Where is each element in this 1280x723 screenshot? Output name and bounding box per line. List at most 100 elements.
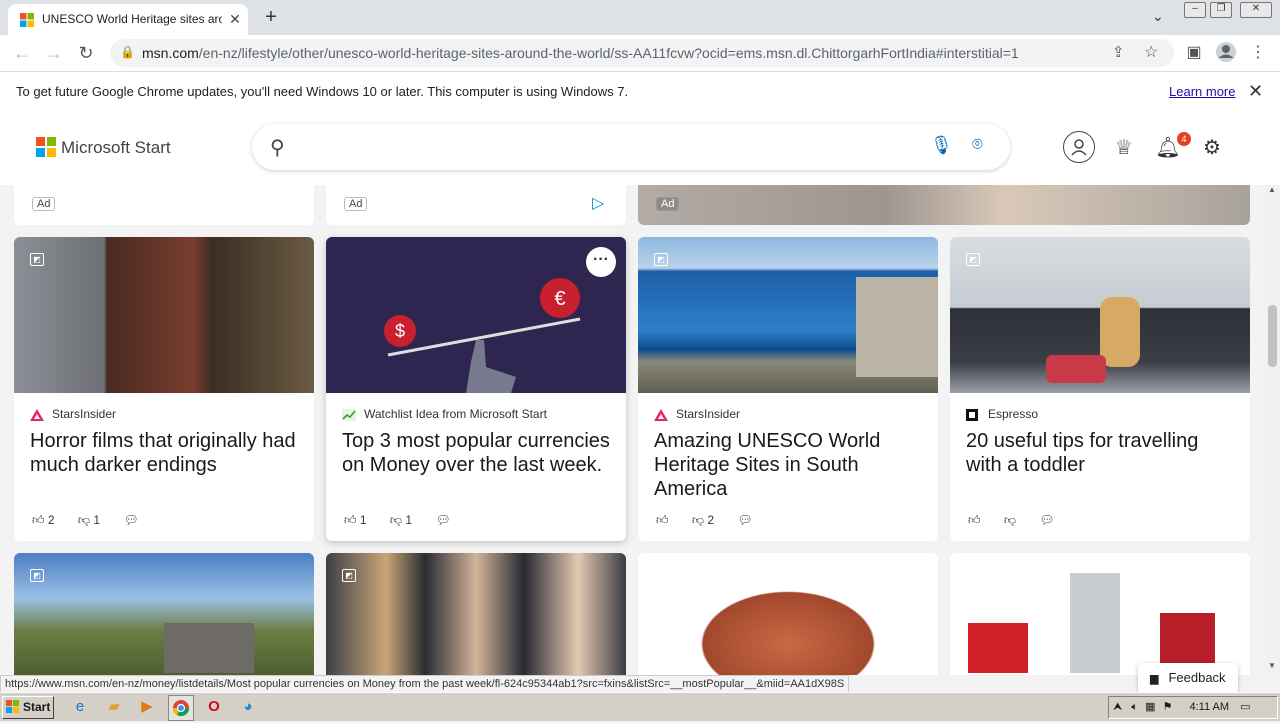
news-card-image[interactable]: ◩ (326, 553, 626, 675)
volume-icon[interactable]: 🔈︎ (1131, 701, 1138, 713)
news-card[interactable]: $ € ··· Watchlist Idea from Microsoft St… (326, 237, 626, 541)
feedback-button[interactable]: ▆ Feedback (1138, 663, 1238, 693)
ad-card[interactable]: Ad ▷ (326, 185, 626, 225)
like-icon[interactable]: 👍︎ 2 (32, 513, 65, 527)
action-center-flag-icon[interactable]: ⚑ (1163, 701, 1173, 713)
microphone-icon[interactable]: 🎙 (930, 135, 953, 156)
reload-icon[interactable]: ↻ (74, 41, 98, 65)
source-name: Watchlist Idea from Microsoft Start (364, 407, 547, 421)
internet-explorer-icon[interactable]: e (70, 697, 90, 717)
dislike-icon[interactable]: 👎︎ 1 (78, 513, 110, 527)
media-player-icon[interactable]: ▶ (137, 697, 157, 717)
card-headline[interactable]: 20 useful tips for travelling with a tod… (966, 429, 1236, 477)
espresso-logo-icon (966, 408, 978, 421)
card-source[interactable]: StarsInsider (30, 407, 116, 421)
card-image[interactable]: ◩ (638, 237, 938, 393)
dislike-icon[interactable]: 👎︎ (1004, 513, 1030, 527)
like-icon[interactable]: 👍︎ 1 (344, 513, 377, 527)
show-desktop-icon[interactable]: ▭ (1240, 701, 1250, 713)
new-tab-icon[interactable]: + (260, 6, 282, 28)
comment-icon[interactable]: 💬︎ (737, 513, 752, 527)
lock-icon[interactable]: 🔒 (120, 45, 135, 59)
card-image[interactable]: $ € ··· (326, 237, 626, 393)
comment-icon[interactable]: 💬︎ (123, 513, 138, 527)
dislike-icon[interactable]: 👎︎ 1 (390, 513, 422, 527)
learn-more-link[interactable]: Learn more (1169, 84, 1235, 99)
card-headline[interactable]: Horror films that originally had much da… (30, 429, 300, 477)
minimize-button[interactable]: – (1184, 2, 1206, 18)
account-icon[interactable] (1063, 131, 1095, 163)
rewards-icon[interactable]: ♕ (1109, 133, 1139, 163)
tab-title: UNESCO World Heritage sites around (42, 12, 222, 26)
comment-icon[interactable]: 💬︎ (435, 513, 450, 527)
scroll-thumb[interactable] (1268, 305, 1277, 367)
child-figure (1100, 297, 1140, 367)
card-source[interactable]: Espresso (966, 407, 1038, 421)
card-source[interactable]: Watchlist Idea from Microsoft Start (342, 407, 547, 421)
news-card-image[interactable]: ◩ (14, 553, 314, 675)
ad-label: Ad (32, 197, 56, 211)
share-icon[interactable]: ⇪ (1112, 43, 1125, 61)
gallery-icon: ◩ (654, 253, 668, 266)
more-options-button[interactable]: ··· (586, 247, 616, 277)
like-count: 1 (359, 513, 367, 527)
browser-tab[interactable]: UNESCO World Heritage sites around ✕ (8, 4, 248, 35)
ad-card[interactable]: Ad (14, 185, 314, 225)
source-name: StarsInsider (676, 407, 741, 421)
gallery-icon: ◩ (966, 253, 980, 266)
card-actions: 👍︎ 👎︎ 2 💬︎ (656, 513, 763, 528)
news-card[interactable]: ◩ StarsInsider Horror films that origina… (14, 237, 314, 541)
restore-button[interactable]: ❐ (1210, 2, 1232, 18)
ad-card[interactable]: Ad (638, 185, 1250, 225)
news-card-image[interactable] (638, 553, 938, 675)
dislike-count: 2 (707, 513, 715, 527)
infobar-close-icon[interactable]: ✕ (1248, 81, 1263, 102)
card-headline[interactable]: Top 3 most popular currencies on Money o… (342, 429, 612, 477)
url-text: msn.com/en-nz/lifestyle/other/unesco-wor… (142, 45, 1019, 61)
comment-icon[interactable]: 💬︎ (1039, 513, 1054, 527)
forward-icon[interactable]: → (42, 41, 66, 65)
card-source[interactable]: StarsInsider (654, 407, 740, 421)
ad-label: Ad (656, 197, 680, 211)
like-icon[interactable]: 👍︎ (968, 513, 994, 527)
tray-expand-icon[interactable]: ⮝ (1113, 701, 1122, 713)
edge-icon[interactable]: ◕ (238, 697, 258, 717)
chrome-icon[interactable] (168, 695, 194, 721)
visual-search-icon[interactable]: ⌾ (972, 134, 983, 155)
profile-icon[interactable] (1214, 41, 1238, 65)
scroll-up-icon[interactable]: ▲ (1268, 185, 1276, 194)
ad-label: Ad (344, 197, 368, 211)
window-close-button[interactable]: ✕ (1240, 2, 1272, 18)
news-card[interactable]: ◩ Espresso 20 useful tips for travelling… (950, 237, 1250, 541)
settings-gear-icon[interactable]: ⚙ (1197, 133, 1227, 163)
side-panel-icon[interactable]: ▣ (1182, 41, 1206, 65)
scroll-down-icon[interactable]: ▼ (1268, 661, 1276, 670)
network-icon[interactable]: ▦ (1145, 701, 1155, 713)
start-button[interactable]: Start (2, 696, 54, 719)
folder-icon[interactable]: ▰ (104, 697, 124, 717)
opera-icon[interactable]: O (204, 697, 224, 717)
card-image[interactable]: ◩ (950, 237, 1250, 393)
tab-close-icon[interactable]: ✕ (226, 10, 244, 28)
address-bar[interactable]: 🔒 msn.com/en-nz/lifestyle/other/unesco-w… (110, 39, 1174, 67)
starsinsider-logo-icon (654, 408, 668, 421)
vertical-scrollbar[interactable]: ▲ ▼ (1265, 185, 1280, 675)
news-card[interactable]: ◩ StarsInsider Amazing UNESCO World Heri… (638, 237, 938, 541)
search-box[interactable]: ⚲ 🎙 ⌾ (252, 124, 1010, 170)
infobar-message: To get future Google Chrome updates, you… (16, 84, 629, 99)
dislike-icon[interactable]: 👎︎ 2 (692, 513, 724, 527)
search-icon[interactable]: ⚲ (270, 135, 285, 160)
brand-name[interactable]: Microsoft Start (61, 138, 171, 158)
clock[interactable]: 4:11 AM (1190, 701, 1230, 713)
back-icon[interactable]: ← (10, 41, 34, 65)
bookmark-star-icon[interactable]: ☆ (1144, 42, 1158, 62)
like-icon[interactable]: 👍︎ (656, 513, 682, 527)
card-headline[interactable]: Amazing UNESCO World Heritage Sites in S… (654, 429, 924, 501)
adchoices-play-icon[interactable]: ▷ (592, 193, 604, 213)
card-image[interactable]: ◩ (14, 237, 314, 393)
news-card-image[interactable] (950, 553, 1250, 675)
microsoft-start-logo-icon[interactable] (36, 137, 56, 157)
tab-search-icon[interactable]: ⌄ (1152, 8, 1164, 25)
microsoft-logo-icon (20, 13, 34, 27)
menu-kebab-icon[interactable]: ⋮ (1246, 41, 1270, 65)
